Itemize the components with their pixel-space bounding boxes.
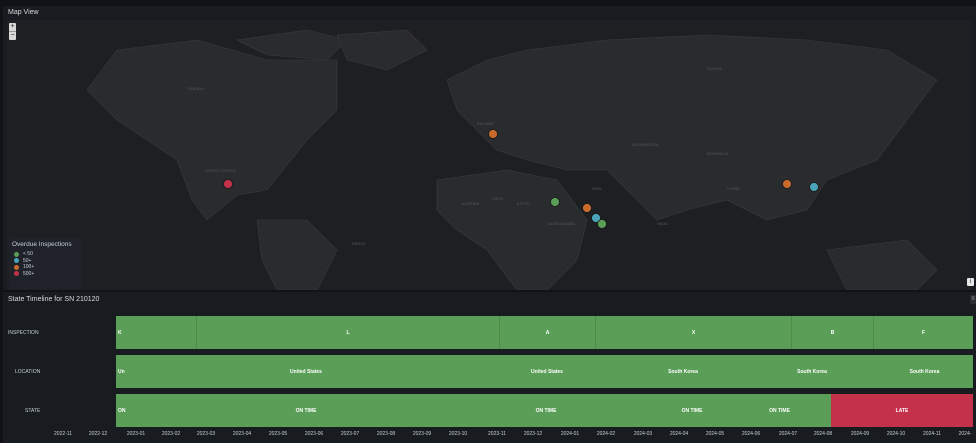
x-axis-tick: 2024-11 xyxy=(923,431,941,437)
timeline-segment[interactable]: A xyxy=(499,316,595,349)
map-legend: Overdue Inspections < 50 50+ 100+ 500+ xyxy=(9,238,81,290)
info-button[interactable]: i xyxy=(967,278,974,286)
timeline-segment[interactable]: ON TIME xyxy=(728,394,831,427)
timeline-segment[interactable]: South Korea xyxy=(876,355,973,388)
x-axis-tick: 2024-01 xyxy=(560,431,580,437)
timeline-segment[interactable]: ON TIME xyxy=(436,394,656,427)
marker-500-plus xyxy=(223,179,233,189)
map-label: BRAZIL xyxy=(352,241,367,246)
timeline-row-inspection: K L A X B F xyxy=(116,316,973,349)
timeline-panel: State Timeline for SN 210120 ≡ INSPECTIO… xyxy=(3,292,976,443)
timeline-segment[interactable]: ON TIME xyxy=(176,394,436,427)
timeline-segment[interactable]: Un xyxy=(116,355,236,388)
map-panel: Map View CANADA UNITED STATES FINLAND KA… xyxy=(3,6,976,290)
legend-item-label: 50+ xyxy=(23,257,32,264)
x-axis-tick: 2023-04 xyxy=(232,431,252,437)
timeline-row-state: ON ON TIME ON TIME ON TIME ON TIME LATE xyxy=(116,394,973,427)
x-axis-tick: 2023-01 xyxy=(126,431,146,437)
x-axis-tick: 2023-05 xyxy=(268,431,288,437)
map-label: SAUDI ARABIA xyxy=(547,221,575,226)
x-axis-tick: 2023-10 xyxy=(448,431,468,437)
map-label: CHINA xyxy=(727,186,740,191)
legend-item-label: < 50 xyxy=(23,251,33,258)
marker-100-plus xyxy=(488,129,498,139)
panel-menu-icon[interactable]: ≡ xyxy=(970,295,976,304)
map-label: IRAN xyxy=(592,186,602,191)
map-label: FINLAND xyxy=(477,121,494,126)
zoom-control: + − xyxy=(9,23,16,40)
map-label: INDIA xyxy=(657,221,668,226)
x-axis-tick: 2022-12 xyxy=(88,431,108,437)
map-label: EGYPT xyxy=(517,201,531,206)
x-axis-tick: 2023-02 xyxy=(161,431,181,437)
x-axis-tick: 2024-10 xyxy=(886,431,906,437)
x-axis-tick: 2024- xyxy=(958,431,972,437)
map-label: UNITED STATES xyxy=(205,168,236,173)
map-label: LIBYA xyxy=(492,196,503,201)
legend-dot-icon xyxy=(14,264,19,270)
x-axis-tick: 2023-12 xyxy=(523,431,543,437)
map-label: ALGERIA xyxy=(462,201,480,206)
x-axis-tick: 2023-06 xyxy=(304,431,324,437)
marker-50-plus xyxy=(809,182,819,192)
legend-title: Overdue Inspections xyxy=(12,241,72,248)
marker-100-plus xyxy=(782,179,792,189)
zoom-in-button[interactable]: + xyxy=(9,23,16,31)
row-label-inspection: INSPECTION xyxy=(8,330,39,336)
marker-under-50 xyxy=(550,197,560,207)
legend-dot-icon xyxy=(14,271,19,277)
legend-dot-icon xyxy=(14,258,19,264)
x-axis-tick: 2024-09 xyxy=(850,431,870,437)
row-label-location: LOCATION xyxy=(15,369,41,375)
timeline-segment[interactable]: LATE xyxy=(831,394,973,427)
x-axis-tick: 2022-11 xyxy=(54,431,72,437)
timeline-row-location: Un United States United States South Kor… xyxy=(116,355,973,388)
timeline-segment[interactable]: South Korea xyxy=(748,355,876,388)
x-axis-tick: 2024-08 xyxy=(813,431,833,437)
x-axis-tick: 2024-04 xyxy=(669,431,689,437)
x-axis-tick: 2023-07 xyxy=(340,431,360,437)
legend-item: 500+ xyxy=(14,271,81,278)
timeline-segment[interactable]: South Korea xyxy=(618,355,748,388)
timeline-segment[interactable]: X xyxy=(595,316,791,349)
world-map[interactable]: CANADA UNITED STATES FINLAND KAZAKHSTAN … xyxy=(7,20,972,290)
legend-item-label: 100+ xyxy=(23,264,35,271)
timeline-segment[interactable]: L xyxy=(196,316,499,349)
map-label: RUSSIA xyxy=(707,66,722,71)
x-axis-tick: 2023-11 xyxy=(488,431,506,437)
timeline-segment[interactable]: K xyxy=(116,316,196,349)
x-axis-tick: 2024-05 xyxy=(705,431,725,437)
marker-100-plus xyxy=(582,203,592,213)
x-axis-tick: 2024-02 xyxy=(596,431,616,437)
map-label: MONGOLIA xyxy=(707,151,729,156)
timeline-segment[interactable]: B xyxy=(791,316,873,349)
timeline-segment[interactable]: ON xyxy=(116,394,176,427)
timeline-segment[interactable]: F xyxy=(873,316,973,349)
x-axis-tick: 2024-03 xyxy=(633,431,653,437)
timeline-segment[interactable]: ON TIME xyxy=(656,394,728,427)
map-label: CANADA xyxy=(187,86,204,91)
x-axis-tick: 2023-03 xyxy=(196,431,216,437)
x-axis-tick: 2023-08 xyxy=(376,431,396,437)
legend-dot-icon xyxy=(14,251,19,257)
map-panel-title: Map View xyxy=(8,9,39,16)
x-axis-tick: 2023-09 xyxy=(412,431,432,437)
marker-under-50 xyxy=(597,219,607,229)
zoom-out-button[interactable]: − xyxy=(9,31,16,40)
timeline-segment[interactable]: United States xyxy=(236,355,376,388)
legend-item-label: 500+ xyxy=(23,270,35,277)
map-label: KAZAKHSTAN xyxy=(632,142,658,147)
x-axis-tick: 2024-06 xyxy=(741,431,761,437)
x-axis-tick: 2024-07 xyxy=(778,431,798,437)
timeline-panel-title: State Timeline for SN 210120 xyxy=(8,296,100,303)
